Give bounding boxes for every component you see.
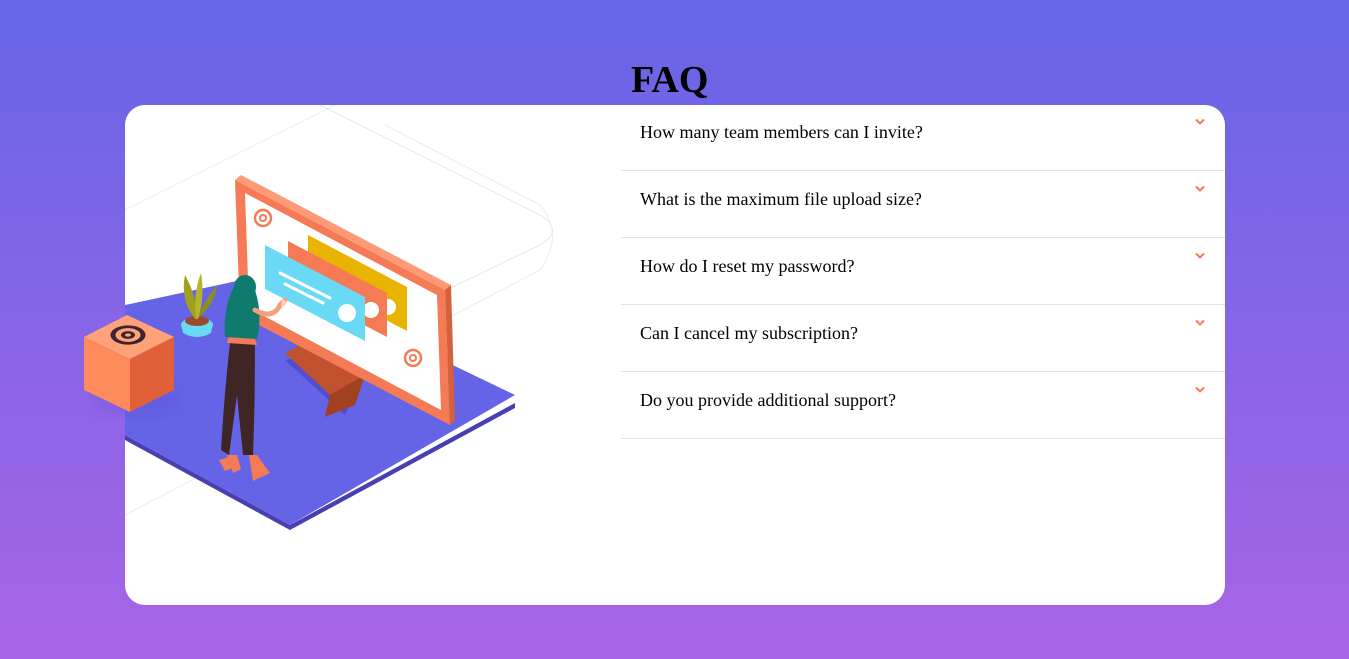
faq-question: What is the maximum file upload size?	[640, 189, 922, 209]
chevron-down-icon[interactable]	[1195, 118, 1205, 126]
chevron-down-icon[interactable]	[1195, 386, 1205, 394]
faq-question: Can I cancel my subscription?	[640, 323, 858, 343]
chevron-down-icon[interactable]	[1195, 252, 1205, 260]
chevron-down-icon[interactable]	[1195, 185, 1205, 193]
faq-section: FAQ How many team members can I invite? …	[621, 60, 1225, 439]
faq-item[interactable]: Can I cancel my subscription?	[621, 305, 1225, 372]
faq-question: How do I reset my password?	[640, 256, 855, 276]
faq-item[interactable]: How do I reset my password?	[621, 238, 1225, 305]
faq-list: How many team members can I invite? What…	[621, 104, 1225, 439]
illustration-woman-at-computer	[125, 105, 553, 530]
faq-question: Do you provide additional support?	[640, 390, 896, 410]
faq-question: How many team members can I invite?	[640, 122, 923, 142]
at-sign-box-icon	[84, 315, 182, 414]
faq-item[interactable]: Do you provide additional support?	[621, 372, 1225, 439]
page-title: FAQ	[631, 59, 709, 101]
chevron-down-icon[interactable]	[1195, 319, 1205, 327]
faq-item[interactable]: What is the maximum file upload size?	[621, 171, 1225, 238]
faq-item[interactable]: How many team members can I invite?	[621, 104, 1225, 171]
